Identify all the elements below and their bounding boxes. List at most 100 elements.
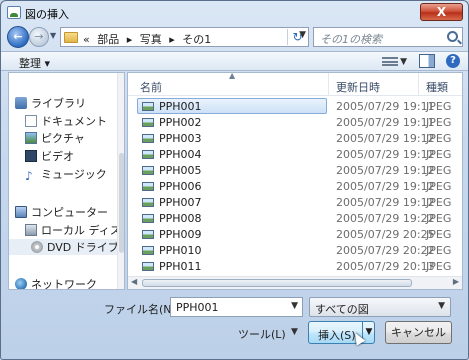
views-icon[interactable] [382, 56, 399, 66]
close-button[interactable]: X [420, 3, 463, 21]
file-row[interactable]: PPH003 2005/07/29 19:12 JPEG [128, 130, 462, 146]
history-dropdown-icon[interactable]: ▼ [50, 31, 58, 43]
nav-item-computer[interactable]: コンピューター [15, 204, 108, 220]
file-name: PPH005 [159, 164, 202, 177]
dvd-drive-icon [31, 241, 43, 253]
nav-item-pictures[interactable]: ピクチャ [25, 130, 85, 146]
nav-item-videos[interactable]: ビデオ [25, 148, 74, 164]
file-type-filter[interactable]: すべての図 ▼ [309, 297, 451, 317]
file-name: PPH004 [159, 148, 202, 161]
breadcrumb-overflow[interactable]: « [83, 33, 90, 46]
file-row[interactable]: PPH002 2005/07/29 19:11 JPEG [128, 114, 462, 130]
file-date: 2005/07/29 19:22 [336, 212, 435, 225]
refresh-icon[interactable]: ↻ [287, 29, 307, 45]
file-type: JPEG [426, 148, 452, 161]
file-name: PPH002 [159, 116, 202, 129]
tools-dropdown-icon[interactable]: ▼ [291, 327, 298, 337]
insert-picture-dialog: 図の挿入 X ← → ▼ « 部品 ▸ 写真 ▸ その1 ▼ ↻ その1の検索 … [0, 0, 469, 360]
file-row[interactable]: PPH006 2005/07/29 19:12 JPEG [128, 178, 462, 194]
nav-item-music[interactable]: ♪ ミュージック [25, 166, 107, 182]
file-row[interactable]: PPH011 2005/07/29 20:13 JPEG [128, 258, 462, 274]
window-title: 図の挿入 [25, 8, 69, 21]
file-date: 2005/07/29 20:22 [336, 244, 435, 257]
file-date: 2005/07/29 20:25 [336, 228, 435, 241]
scroll-right-icon[interactable]: ▶ [453, 277, 459, 286]
nav-item-label: DVD ドライブ (I [47, 241, 125, 254]
column-divider[interactable] [418, 73, 419, 96]
breadcrumb-separator[interactable]: ▸ [127, 33, 133, 46]
file-row[interactable]: PPH009 2005/07/29 20:25 JPEG [128, 226, 462, 242]
library-icon [15, 97, 27, 109]
file-type: JPEG [426, 212, 452, 225]
file-date: 2005/07/29 19:11 [336, 100, 435, 113]
videos-icon [25, 150, 37, 162]
file-type: JPEG [426, 164, 452, 177]
scroll-left-icon[interactable]: ◀ [131, 277, 137, 286]
file-row[interactable]: PPH004 2005/07/29 19:12 JPEG [128, 146, 462, 162]
filename-input[interactable]: PPH001 ▼ [170, 297, 303, 317]
file-name: PPH011 [159, 260, 202, 273]
column-divider[interactable] [328, 73, 329, 96]
column-header-name[interactable]: 名前 [140, 79, 162, 95]
column-header-date[interactable]: 更新日時 [336, 79, 380, 95]
nav-item-label: コンピューター [31, 206, 108, 219]
filename-label: ファイル名(N): [104, 303, 180, 316]
tools-button[interactable]: ツール(L) [238, 326, 286, 342]
preview-pane-icon[interactable] [418, 54, 435, 68]
jpeg-file-icon [142, 230, 154, 239]
file-type: JPEG [426, 244, 452, 257]
nav-item-dvd-drive[interactable]: DVD ドライブ (I [9, 239, 124, 255]
filter-dropdown-icon: ▼ [438, 301, 445, 311]
search-icon[interactable] [447, 31, 458, 42]
jpeg-file-icon [142, 198, 154, 207]
nav-scrollbar-thumb[interactable] [119, 153, 124, 253]
file-date: 2005/07/29 20:13 [336, 260, 435, 273]
file-row[interactable]: PPH010 2005/07/29 20:22 JPEG [128, 242, 462, 258]
nav-item-network[interactable]: ネットワーク [15, 276, 97, 290]
file-date: 2005/07/29 19:12 [336, 132, 435, 145]
nav-item-label: ミュージック [41, 168, 107, 181]
filename-dropdown-icon[interactable]: ▼ [291, 301, 298, 311]
search-placeholder: その1の検索 [320, 33, 382, 46]
navigation-pane: ライブラリ ドキュメント ピクチャ ビデオ ♪ ミュージック コンピューター ロー… [8, 72, 125, 290]
insert-button[interactable]: 挿入(S) ▼ [308, 321, 375, 346]
file-list: ▲ 名前 更新日時 種類 PPH001 2005/07/29 19:11 JPE… [127, 72, 463, 290]
file-rows: PPH001 2005/07/29 19:11 JPEG PPH002 2005… [128, 98, 462, 274]
breadcrumb-separator[interactable]: ▸ [169, 33, 175, 46]
back-button[interactable]: ← [7, 26, 29, 48]
help-icon[interactable]: ? [446, 54, 460, 68]
nav-item-library[interactable]: ライブラリ [15, 95, 86, 111]
jpeg-file-icon [142, 262, 154, 271]
search-input[interactable]: その1の検索 [313, 27, 463, 47]
address-bar[interactable]: « 部品 ▸ 写真 ▸ その1 ▼ [60, 27, 309, 47]
breadcrumb-item[interactable]: 部品 [97, 33, 119, 46]
file-row[interactable]: PPH001 2005/07/29 19:11 JPEG [128, 98, 462, 114]
file-row[interactable]: PPH005 2005/07/29 19:12 JPEG [128, 162, 462, 178]
breadcrumb-item[interactable]: 写真 [140, 33, 162, 46]
computer-icon [15, 206, 27, 218]
jpeg-file-icon [142, 182, 154, 191]
nav-scrollbar[interactable] [117, 73, 124, 289]
organize-button[interactable]: 整理 ▾ [19, 55, 50, 71]
forward-button[interactable]: → [29, 27, 49, 47]
file-name: PPH007 [159, 196, 202, 209]
views-dropdown-icon[interactable]: ▼ [400, 57, 407, 67]
cancel-button[interactable]: キャンセル [385, 321, 452, 344]
nav-item-label: ライブラリ [31, 97, 86, 110]
file-row[interactable]: PPH007 2005/07/29 19:12 JPEG [128, 194, 462, 210]
file-name: PPH010 [159, 244, 202, 257]
file-name: PPH006 [159, 180, 202, 193]
file-type: JPEG [426, 100, 452, 113]
nav-item-local-disk[interactable]: ローカル ディス [25, 222, 121, 238]
nav-item-label: ビデオ [41, 150, 74, 163]
jpeg-file-icon [142, 150, 154, 159]
nav-item-label: ネットワーク [31, 278, 97, 290]
jpeg-file-icon [142, 166, 154, 175]
column-header-type[interactable]: 種類 [426, 79, 448, 95]
column-header-row: ▲ 名前 更新日時 種類 [128, 73, 462, 96]
horizontal-scrollbar[interactable]: ◀ ▶ [128, 276, 462, 289]
breadcrumb-item[interactable]: その1 [182, 33, 211, 46]
nav-item-documents[interactable]: ドキュメント [25, 113, 107, 129]
file-row[interactable]: PPH008 2005/07/29 19:22 JPEG [128, 210, 462, 226]
horizontal-scrollbar-thumb[interactable] [142, 279, 412, 287]
